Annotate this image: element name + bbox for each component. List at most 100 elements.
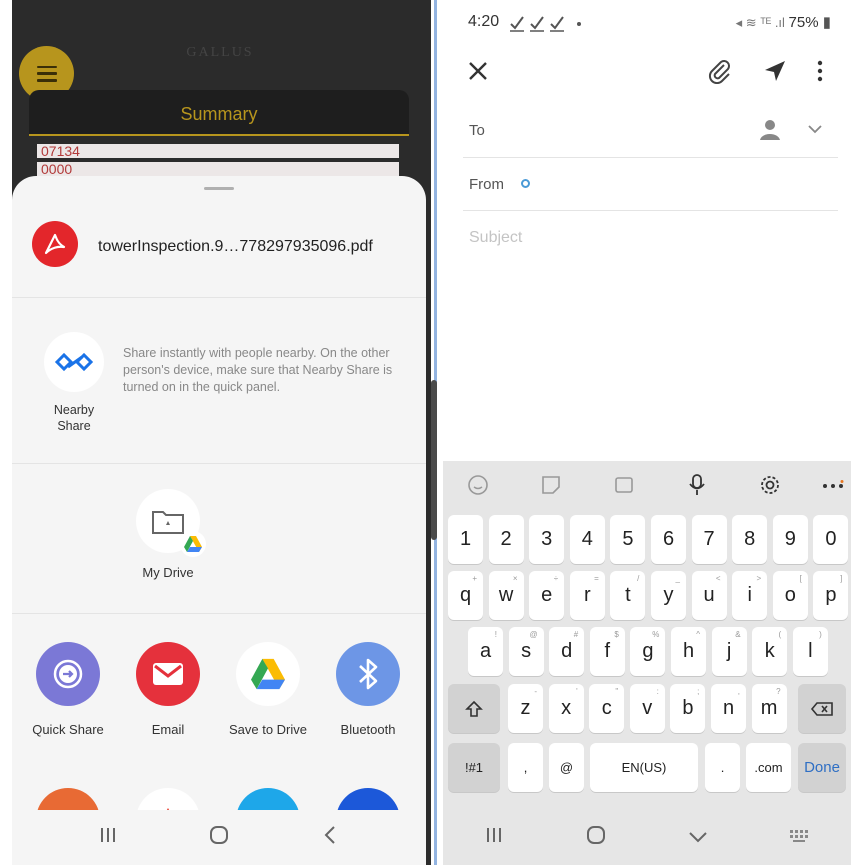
key-letter[interactable]: c " <box>589 684 625 733</box>
recent-apps-icon[interactable] <box>484 826 504 850</box>
key-number[interactable]: 6 <box>651 515 686 564</box>
backspace-key[interactable] <box>798 684 846 733</box>
shift-key[interactable] <box>448 684 500 733</box>
key-letter[interactable]: j & <box>711 627 747 676</box>
key-letter-label: l <box>808 640 813 662</box>
share-app-email[interactable]: Email <box>118 642 218 737</box>
my-drive-button[interactable] <box>136 489 206 557</box>
more-horizontal-icon[interactable] <box>819 471 847 499</box>
key-number[interactable]: 8 <box>732 515 768 564</box>
key-number[interactable]: 1 <box>448 515 483 564</box>
google-drive-icon <box>236 642 300 706</box>
at-key[interactable]: @ <box>549 743 584 792</box>
key-hint: ) <box>819 630 822 639</box>
status-right: ◂ ≋ ᵀᴱ .ıl 75% ▮ <box>736 13 831 31</box>
share-app-quick-share[interactable]: Quick Share <box>18 642 118 737</box>
key-letter[interactable]: l) <box>792 627 828 676</box>
send-button[interactable] <box>759 55 791 87</box>
key-letter[interactable]: z- <box>508 684 543 733</box>
key-number[interactable]: 7 <box>691 515 727 564</box>
key-letter[interactable]: a! <box>468 627 503 676</box>
split-screen-divider[interactable] <box>431 0 443 865</box>
dotcom-key-label: .com <box>754 760 783 775</box>
key-hint: & <box>735 630 741 639</box>
pdf-file-icon <box>32 221 78 267</box>
key-letter-label: s <box>521 640 532 662</box>
key-letter[interactable]: i > <box>732 571 768 620</box>
hide-keyboard-icon[interactable] <box>688 827 708 850</box>
key-letter[interactable]: e ÷ <box>529 571 565 620</box>
key-letter[interactable]: d # <box>549 627 585 676</box>
sheet-drag-handle[interactable] <box>204 187 234 190</box>
key-letter[interactable]: y _ <box>651 571 686 620</box>
key-letter[interactable]: n, <box>711 684 746 733</box>
close-button[interactable] <box>462 55 494 87</box>
period-key[interactable]: . <box>705 743 740 792</box>
symbols-key[interactable]: !#1 <box>448 743 500 792</box>
gif-icon[interactable] <box>610 471 638 499</box>
send-icon <box>765 61 785 81</box>
shared-file-name: towerInspection.9…778297935096.pdf <box>98 238 373 255</box>
key-number-label: 6 <box>662 528 675 550</box>
key-letter[interactable]: p] <box>813 571 849 620</box>
key-letter[interactable]: q + <box>448 571 483 620</box>
key-letter[interactable]: f $ <box>589 627 625 676</box>
key-letter[interactable]: u < <box>691 571 727 620</box>
key-hint: : <box>656 687 659 696</box>
key-letter[interactable]: g% <box>630 627 666 676</box>
key-number-label: 0 <box>825 528 837 550</box>
key-letter[interactable]: t / <box>610 571 646 620</box>
background-app-title: GALLUS <box>186 45 254 60</box>
key-hint: @ <box>529 630 538 639</box>
key-letter[interactable]: w × <box>488 571 524 620</box>
home-icon[interactable] <box>189 825 249 851</box>
microphone-icon[interactable] <box>683 471 711 499</box>
key-letter[interactable]: s @ <box>508 627 544 676</box>
key-letter[interactable]: m? <box>751 684 787 733</box>
key-letter[interactable]: r = <box>569 571 605 620</box>
key-letter-label: h <box>682 640 695 662</box>
key-letter-label: t <box>625 584 631 606</box>
key-letter[interactable]: o[ <box>772 571 808 620</box>
share-app-bluetooth[interactable]: Bluetooth <box>318 642 418 737</box>
attach-button[interactable] <box>704 55 736 87</box>
paperclip-icon <box>708 60 730 84</box>
subject-input[interactable]: Subject <box>469 229 522 247</box>
key-number[interactable]: 4 <box>569 515 605 564</box>
done-key[interactable]: Done <box>798 743 846 792</box>
key-number[interactable]: 3 <box>529 515 565 564</box>
key-number[interactable]: 0 <box>813 515 849 564</box>
settings-gear-icon[interactable] <box>756 471 784 499</box>
emoji-icon[interactable] <box>464 471 492 499</box>
quick-share-icon <box>36 642 100 706</box>
key-number[interactable]: 5 <box>610 515 646 564</box>
recent-apps-icon[interactable] <box>78 826 138 850</box>
home-icon[interactable] <box>585 825 607 851</box>
comma-key[interactable]: , <box>508 743 543 792</box>
chevron-down-icon[interactable] <box>807 122 823 140</box>
nearby-share-label: Nearby Share <box>53 403 95 433</box>
split-handle[interactable] <box>431 380 437 540</box>
symbols-key-label: !#1 <box>464 760 484 775</box>
more-options-button[interactable] <box>804 55 836 87</box>
key-letter[interactable]: v: <box>629 684 665 733</box>
keyboard-switch-icon[interactable] <box>789 827 811 850</box>
backspace-icon <box>810 701 833 716</box>
key-letter[interactable]: k( <box>752 627 788 676</box>
nearby-share-button[interactable] <box>44 332 104 392</box>
field-divider <box>463 157 838 158</box>
key-letter[interactable]: b; <box>670 684 706 733</box>
sticker-icon[interactable] <box>537 471 565 499</box>
key-letter[interactable]: x ' <box>548 684 584 733</box>
key-letter[interactable]: h ^ <box>671 627 706 676</box>
summary-label: Summary <box>180 104 258 124</box>
from-account-indicator[interactable] <box>521 179 530 188</box>
contact-picker-icon[interactable] <box>759 118 781 147</box>
back-icon[interactable] <box>300 825 360 851</box>
key-number[interactable]: 2 <box>488 515 524 564</box>
spacebar-language-key[interactable]: EN(US) <box>590 743 698 792</box>
dotcom-key[interactable]: .com <box>746 743 791 792</box>
share-app-save-to-drive[interactable]: Save to Drive <box>218 642 318 737</box>
key-letter-label: u <box>703 584 715 606</box>
key-number[interactable]: 9 <box>772 515 808 564</box>
